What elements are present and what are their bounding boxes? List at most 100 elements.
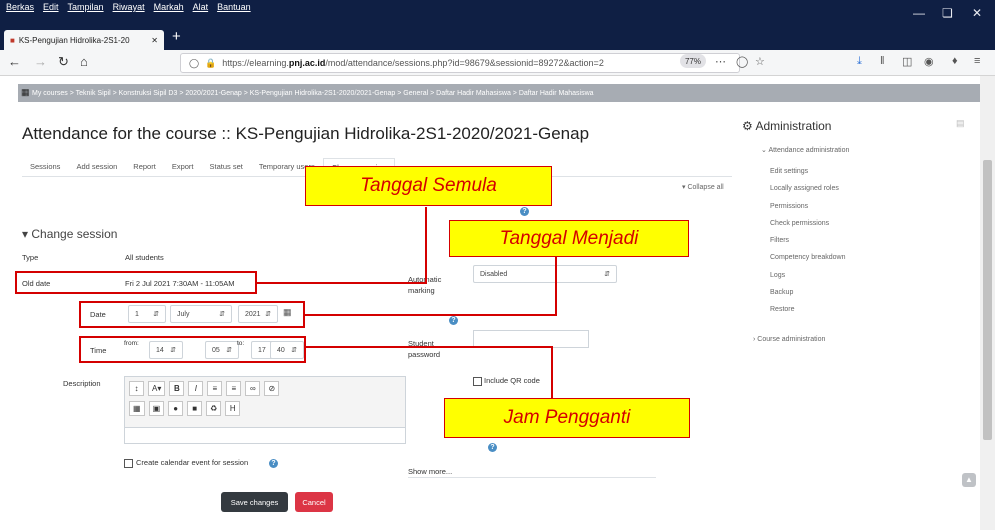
admin-item-edit-settings[interactable]: Edit settings — [770, 163, 846, 180]
callout-line — [425, 207, 427, 284]
minimize-icon[interactable]: — — [913, 6, 925, 20]
calendar-event-checkbox[interactable] — [124, 459, 133, 468]
page-scrollbar-thumb[interactable] — [983, 160, 992, 440]
save-changes-button[interactable]: Save changes — [221, 492, 288, 512]
description-editor: ↕ A▾ B I ≡ ≡ ∞ ⊘ ▦ ▣ ● ■ ♻ H — [124, 376, 406, 444]
sidebar-icon[interactable]: ◫ — [902, 55, 912, 68]
help-icon[interactable]: ? — [449, 316, 458, 325]
hamburger-menu-icon[interactable]: ≡ — [974, 55, 980, 67]
section-change-session[interactable]: ▾ Change session — [22, 227, 117, 241]
admin-item-check-permissions[interactable]: Check permissions — [770, 215, 846, 232]
include-qr-checkbox[interactable] — [473, 377, 482, 386]
favicon-icon: ■ — [10, 35, 15, 45]
collapse-all-link[interactable]: ▾ Collapse all — [682, 183, 724, 191]
bold-icon[interactable]: B — [169, 381, 185, 396]
tab-add-session[interactable]: Add session — [68, 158, 125, 177]
help-icon[interactable]: ? — [269, 459, 278, 468]
annotation-tanggal-semula: Tanggal Semula — [305, 166, 552, 206]
help-icon[interactable]: ? — [520, 207, 529, 216]
dock-block-icon[interactable]: ▤ — [956, 118, 965, 129]
automatic-marking-label: Automatic marking — [408, 275, 441, 295]
back-icon[interactable]: ← — [8, 54, 21, 69]
form-divider — [408, 477, 656, 478]
callout-line — [551, 346, 553, 400]
admin-item-permissions[interactable]: Permissions — [770, 198, 846, 215]
dropdown-icon: ⇵ — [604, 271, 610, 278]
annotation-jam-pengganti: Jam Pengganti — [444, 398, 690, 438]
forward-icon[interactable]: → — [34, 54, 47, 69]
numbered-list-icon[interactable]: ≡ — [226, 381, 242, 396]
pocket-icon[interactable]: ◯ — [736, 55, 748, 68]
image-icon[interactable]: ▦ — [129, 401, 145, 416]
unlink-icon[interactable]: ⊘ — [264, 381, 280, 396]
url-text: https://elearning.pnj.ac.id/mod/attendan… — [222, 58, 604, 68]
description-label: Description — [63, 379, 101, 388]
tab-report[interactable]: Report — [125, 158, 164, 177]
bullet-list-icon[interactable]: ≡ — [207, 381, 223, 396]
automatic-marking-select[interactable]: Disabled ⇵ — [473, 265, 617, 283]
admin-item-logs[interactable]: Logs — [770, 267, 846, 284]
tab-sessions[interactable]: Sessions — [22, 158, 68, 177]
menu-item-tampilan[interactable]: Tampilan — [68, 2, 104, 12]
media-icon[interactable]: ▣ — [148, 401, 165, 416]
new-date-highlight — [79, 301, 305, 328]
menu-item-markah[interactable]: Markah — [154, 2, 184, 12]
library-icon[interactable]: ‖ — [880, 55, 885, 67]
reload-icon[interactable]: ↻ — [58, 54, 69, 70]
callout-line — [306, 346, 553, 348]
admin-item-competency[interactable]: Competency breakdown — [770, 249, 846, 266]
administration-heading: ⚙ Administration — [742, 119, 832, 133]
toolbar-toggle-icon[interactable]: ↕ — [129, 381, 144, 396]
manage-files-icon[interactable]: ♻ — [206, 401, 222, 416]
admin-item-local-roles[interactable]: Locally assigned roles — [770, 180, 846, 197]
browser-tab[interactable]: ■ KS-Pengujian Hidrolika-2S1-20 ✕ — [4, 30, 164, 50]
show-more-link[interactable]: Show more... — [408, 467, 452, 476]
video-icon[interactable]: ■ — [187, 401, 203, 416]
callout-line — [257, 282, 426, 284]
bookmark-star-icon[interactable]: ☆ — [755, 55, 765, 68]
breadcrumb-path[interactable]: My courses > Teknik Sipil > Konstruksi S… — [32, 90, 594, 97]
new-tab-icon[interactable]: + — [172, 28, 181, 45]
url-bar[interactable]: ◯ 🔒 https://elearning.pnj.ac.id/mod/atte… — [180, 53, 740, 73]
home-icon[interactable]: ⌂ — [80, 54, 88, 69]
menu-item-edit[interactable]: Edit — [43, 2, 59, 12]
italic-icon[interactable]: I — [188, 381, 204, 396]
menu-item-alat[interactable]: Alat — [193, 2, 209, 12]
help-icon[interactable]: ? — [488, 443, 497, 452]
new-time-highlight — [79, 336, 306, 363]
page-title: Attendance for the course :: KS-Pengujia… — [22, 124, 590, 143]
menu-item-berkas[interactable]: Berkas — [6, 2, 34, 12]
course-admin-node[interactable]: › Course administration — [753, 336, 825, 343]
attendance-admin-node[interactable]: ⌄ Attendance administration — [761, 146, 849, 154]
browser-tab-title: KS-Pengujian Hidrolika-2S1-20 — [18, 35, 130, 45]
microphone-icon[interactable]: ● — [168, 401, 184, 416]
shield-icon: ◯ — [189, 57, 200, 68]
editor-toolbar-row-2: ▦ ▣ ● ■ ♻ H — [129, 401, 241, 416]
tab-export[interactable]: Export — [164, 158, 202, 177]
link-icon[interactable]: ∞ — [245, 381, 261, 396]
font-size-icon[interactable]: A▾ — [148, 381, 166, 396]
download-icon[interactable]: ⤓ — [857, 55, 862, 68]
callout-line — [555, 256, 557, 316]
scroll-to-top-icon[interactable]: ▲ — [962, 473, 976, 487]
extension-icon[interactable]: ♦ — [952, 55, 958, 67]
description-textarea[interactable] — [125, 427, 405, 443]
admin-item-backup[interactable]: Backup — [770, 284, 846, 301]
include-qr-label: Include QR code — [484, 376, 540, 385]
zoom-level[interactable]: 77% — [680, 54, 706, 68]
admin-item-filters[interactable]: Filters — [770, 232, 846, 249]
menu-item-bantuan[interactable]: Bantuan — [217, 2, 251, 12]
more-actions-icon[interactable]: ⋯ — [715, 55, 726, 68]
admin-item-restore[interactable]: Restore — [770, 301, 846, 318]
tab-status-set[interactable]: Status set — [202, 158, 251, 177]
cancel-button[interactable]: Cancel — [295, 492, 333, 512]
close-tab-icon[interactable]: ✕ — [151, 36, 158, 45]
h5p-icon[interactable]: H — [225, 401, 241, 416]
breadcrumb: ▦ My courses > Teknik Sipil > Konstruksi… — [18, 84, 981, 102]
dashboard-icon[interactable]: ▦ — [21, 87, 30, 98]
editor-toolbar-row-1: ↕ A▾ B I ≡ ≡ ∞ ⊘ — [129, 381, 280, 396]
menu-item-riwayat[interactable]: Riwayat — [113, 2, 145, 12]
account-icon[interactable]: ◉ — [924, 55, 934, 68]
close-window-icon[interactable]: ✕ — [972, 6, 982, 20]
maximize-icon[interactable]: ❏ — [942, 6, 953, 20]
